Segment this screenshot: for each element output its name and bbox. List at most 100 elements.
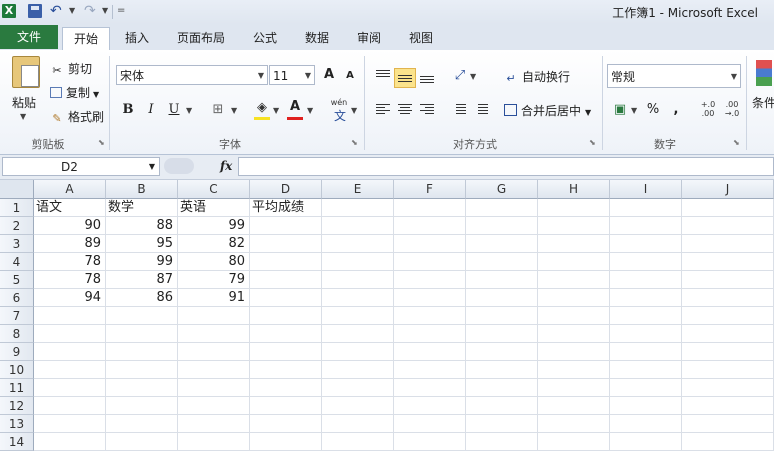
wrap-text-button[interactable]: ↵ 自动换行 bbox=[504, 68, 570, 85]
cell-d10[interactable] bbox=[250, 361, 322, 379]
cell-d2[interactable] bbox=[250, 217, 322, 235]
cell-d7[interactable] bbox=[250, 307, 322, 325]
cell-d14[interactable] bbox=[250, 433, 322, 451]
cell-i8[interactable] bbox=[610, 325, 682, 343]
align-right-icon[interactable] bbox=[418, 102, 436, 118]
formula-bar-grip[interactable] bbox=[164, 158, 194, 174]
cell-d4[interactable] bbox=[250, 253, 322, 271]
name-box[interactable]: D2 ▼ bbox=[2, 157, 160, 176]
cell-g5[interactable] bbox=[466, 271, 538, 289]
cell-f8[interactable] bbox=[394, 325, 466, 343]
cell-c13[interactable] bbox=[178, 415, 250, 433]
cell-j11[interactable] bbox=[682, 379, 774, 397]
cell-d5[interactable] bbox=[250, 271, 322, 289]
cell-i3[interactable] bbox=[610, 235, 682, 253]
cell-e14[interactable] bbox=[322, 433, 394, 451]
cell-i1[interactable] bbox=[610, 199, 682, 217]
cell-c4[interactable]: 80 bbox=[178, 253, 250, 271]
tab-page-layout[interactable]: 页面布局 bbox=[170, 27, 232, 50]
tab-review[interactable]: 审阅 bbox=[346, 27, 392, 50]
cell-a2[interactable]: 90 bbox=[34, 217, 106, 235]
cell-g1[interactable] bbox=[466, 199, 538, 217]
cell-d8[interactable] bbox=[250, 325, 322, 343]
customize-qat-icon[interactable]: = bbox=[117, 4, 127, 18]
cell-h1[interactable] bbox=[538, 199, 610, 217]
cell-e9[interactable] bbox=[322, 343, 394, 361]
orientation-dropdown-icon[interactable]: ▼ bbox=[470, 72, 476, 81]
align-bottom-icon[interactable] bbox=[418, 68, 436, 84]
font-size-box[interactable]: 11 ▼ bbox=[269, 65, 315, 85]
cell-b4[interactable]: 99 bbox=[106, 253, 178, 271]
column-header-g[interactable]: G bbox=[466, 180, 538, 199]
row-header-2[interactable]: 2 bbox=[0, 217, 34, 235]
cell-f3[interactable] bbox=[394, 235, 466, 253]
cell-a8[interactable] bbox=[34, 325, 106, 343]
cell-f5[interactable] bbox=[394, 271, 466, 289]
cell-e7[interactable] bbox=[322, 307, 394, 325]
cell-a4[interactable]: 78 bbox=[34, 253, 106, 271]
copy-button[interactable]: 复制 ▼ bbox=[50, 84, 99, 101]
insert-function-icon[interactable]: fx bbox=[220, 159, 232, 173]
cell-a1[interactable]: 语文 bbox=[34, 199, 106, 217]
cell-f2[interactable] bbox=[394, 217, 466, 235]
cell-j8[interactable] bbox=[682, 325, 774, 343]
name-box-dropdown-icon[interactable]: ▼ bbox=[149, 158, 155, 176]
column-header-a[interactable]: A bbox=[34, 180, 106, 199]
cell-c5[interactable]: 79 bbox=[178, 271, 250, 289]
cell-b10[interactable] bbox=[106, 361, 178, 379]
cell-b12[interactable] bbox=[106, 397, 178, 415]
select-all-button[interactable] bbox=[0, 180, 34, 199]
column-header-j[interactable]: J bbox=[682, 180, 774, 199]
align-center-icon[interactable] bbox=[396, 102, 414, 118]
cell-h13[interactable] bbox=[538, 415, 610, 433]
cell-c7[interactable] bbox=[178, 307, 250, 325]
cell-g2[interactable] bbox=[466, 217, 538, 235]
borders-icon[interactable]: ⊞ bbox=[208, 100, 228, 120]
cell-b9[interactable] bbox=[106, 343, 178, 361]
currency-icon[interactable]: ▣ bbox=[610, 100, 630, 120]
cell-j13[interactable] bbox=[682, 415, 774, 433]
underline-button[interactable]: U bbox=[164, 100, 184, 120]
tab-file[interactable]: 文件 bbox=[0, 25, 58, 49]
decrease-decimal-button[interactable]: .00 →.0 bbox=[722, 100, 742, 120]
fill-color-dropdown-icon[interactable]: ▼ bbox=[273, 106, 279, 115]
cell-e13[interactable] bbox=[322, 415, 394, 433]
cell-b11[interactable] bbox=[106, 379, 178, 397]
cell-c8[interactable] bbox=[178, 325, 250, 343]
font-launcher-icon[interactable]: ⬊ bbox=[351, 138, 358, 147]
increase-indent-icon[interactable] bbox=[472, 102, 490, 118]
row-header-6[interactable]: 6 bbox=[0, 289, 34, 307]
cell-a6[interactable]: 94 bbox=[34, 289, 106, 307]
column-header-c[interactable]: C bbox=[178, 180, 250, 199]
row-header-1[interactable]: 1 bbox=[0, 199, 34, 217]
cell-b7[interactable] bbox=[106, 307, 178, 325]
cell-i6[interactable] bbox=[610, 289, 682, 307]
font-size-dropdown-icon[interactable]: ▼ bbox=[305, 66, 311, 86]
italic-button[interactable]: I bbox=[141, 100, 161, 120]
cell-h3[interactable] bbox=[538, 235, 610, 253]
cell-h5[interactable] bbox=[538, 271, 610, 289]
cell-e12[interactable] bbox=[322, 397, 394, 415]
underline-dropdown-icon[interactable]: ▼ bbox=[186, 106, 192, 115]
cell-h4[interactable] bbox=[538, 253, 610, 271]
font-name-dropdown-icon[interactable]: ▼ bbox=[258, 66, 264, 86]
formula-input[interactable] bbox=[238, 157, 774, 176]
paste-button[interactable]: 粘贴 bbox=[12, 94, 36, 111]
cell-j9[interactable] bbox=[682, 343, 774, 361]
row-header-10[interactable]: 10 bbox=[0, 361, 34, 379]
font-color-button[interactable]: A bbox=[285, 97, 305, 117]
cell-d3[interactable] bbox=[250, 235, 322, 253]
cell-e5[interactable] bbox=[322, 271, 394, 289]
cell-g12[interactable] bbox=[466, 397, 538, 415]
cell-i12[interactable] bbox=[610, 397, 682, 415]
cell-j5[interactable] bbox=[682, 271, 774, 289]
cell-f1[interactable] bbox=[394, 199, 466, 217]
cell-c6[interactable]: 91 bbox=[178, 289, 250, 307]
increase-decimal-button[interactable]: +.0 .00 bbox=[698, 100, 718, 120]
cell-b13[interactable] bbox=[106, 415, 178, 433]
align-middle-icon[interactable] bbox=[394, 68, 416, 88]
cell-d6[interactable] bbox=[250, 289, 322, 307]
cell-a5[interactable]: 78 bbox=[34, 271, 106, 289]
fill-color-icon[interactable]: ◈ bbox=[252, 98, 272, 118]
cell-g8[interactable] bbox=[466, 325, 538, 343]
